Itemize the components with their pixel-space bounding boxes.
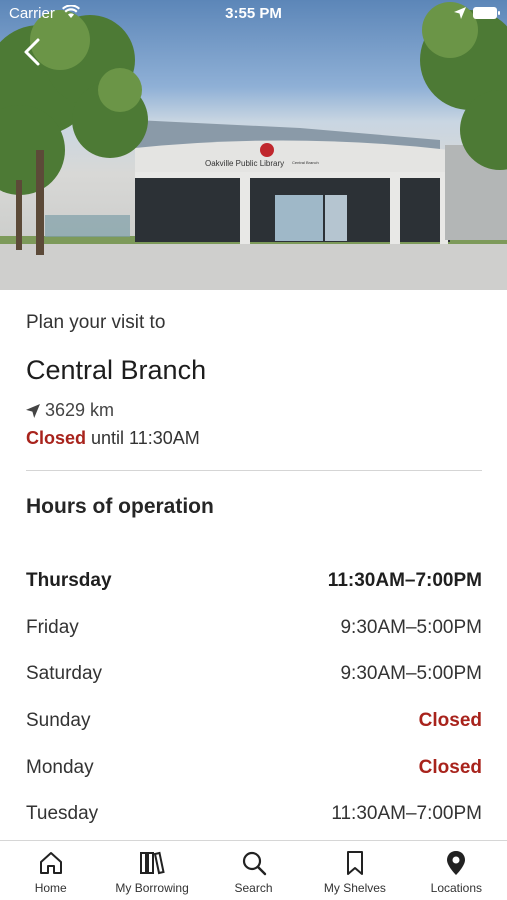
library-sign-sub: Central Branch (292, 160, 319, 165)
chevron-left-icon (24, 38, 40, 66)
books-icon (140, 851, 165, 875)
day-hours: 11:30AM–7:00PM (327, 570, 482, 592)
open-status: Closed until 11:30AM (26, 428, 200, 449)
tab-label: My Borrowing (115, 881, 189, 895)
bookmark-icon (346, 851, 363, 875)
tab-search[interactable]: Search (203, 841, 304, 900)
day-hours: 9:30AM–5:00PM (340, 663, 482, 685)
day-hours: Closed (418, 710, 482, 732)
distance: 3629 km (26, 400, 114, 421)
navigation-arrow-icon (26, 403, 40, 418)
closed-label: Closed (26, 428, 87, 448)
branch-details: Plan your visit to Central Branch 3629 k… (0, 290, 507, 840)
hours-row-monday: Monday Closed (26, 744, 482, 791)
tab-label: Search (234, 881, 273, 895)
reopen-time: until 11:30AM (86, 428, 200, 448)
hours-title: Hours of operation (26, 495, 214, 518)
hours-row-tuesday: Tuesday 11:30AM–7:00PM (26, 791, 482, 838)
status-time: 3:55 PM (225, 5, 282, 22)
tab-label: Home (34, 881, 67, 895)
tab-my-shelves[interactable]: My Shelves (304, 841, 405, 900)
location-arrow-icon (454, 6, 466, 23)
battery-icon (473, 7, 500, 19)
day-label: Saturday (26, 663, 103, 685)
tab-label: Locations (430, 881, 483, 895)
home-icon (39, 852, 62, 874)
hours-row-thursday: Thursday 11:30AM–7:00PM (26, 558, 482, 605)
tab-locations[interactable]: Locations (406, 841, 507, 900)
hours-row-sunday: Sunday Closed (26, 698, 482, 745)
day-label: Monday (26, 756, 94, 778)
day-hours: Closed (418, 756, 482, 778)
visit-intro: Plan your visit to (26, 312, 166, 333)
branch-name: Central Branch (26, 355, 207, 385)
hours-row-friday: Friday 9:30AM–5:00PM (26, 605, 482, 652)
day-hours: 11:30AM–7:00PM (331, 803, 482, 825)
tab-label: My Shelves (323, 881, 386, 895)
hours-table: Thursday 11:30AM–7:00PM Friday 9:30AM–5:… (26, 558, 482, 838)
day-label: Thursday (26, 570, 112, 592)
day-label: Sunday (26, 710, 91, 732)
search-icon (242, 851, 266, 876)
day-label: Tuesday (26, 803, 99, 825)
map-pin-icon (447, 851, 466, 875)
divider (26, 470, 482, 471)
day-hours: 9:30AM–5:00PM (340, 616, 482, 638)
tab-bar: Home My Borrowing Search My Shelves Loca… (0, 840, 507, 900)
day-label: Friday (26, 616, 79, 638)
distance-value: 3629 km (45, 400, 115, 420)
tab-home[interactable]: Home (0, 841, 101, 900)
back-button[interactable] (18, 36, 48, 68)
library-sign: Oakville Public Library (205, 159, 284, 168)
tab-my-borrowing[interactable]: My Borrowing (101, 841, 202, 900)
status-bar: Carrier 3:55 PM (0, 0, 507, 28)
branch-photo: Oakville Public Library Central Branch (0, 0, 507, 290)
hours-row-saturday: Saturday 9:30AM–5:00PM (26, 651, 482, 698)
